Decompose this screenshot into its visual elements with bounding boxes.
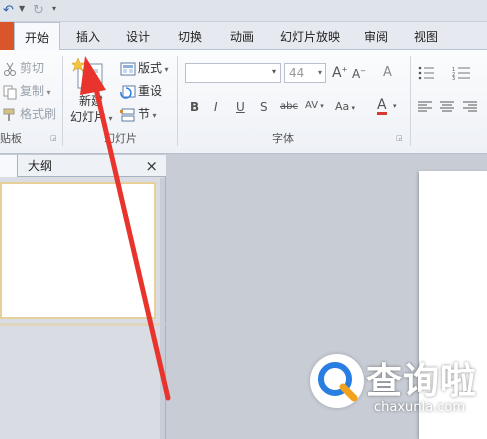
font-size-input[interactable]: 44 ▾	[284, 63, 326, 83]
align-center-icon[interactable]	[440, 101, 454, 116]
file-tab[interactable]	[0, 22, 14, 50]
group-separator	[410, 56, 411, 146]
tab-slideshow[interactable]: 幻灯片放映	[274, 22, 346, 50]
character-spacing-button[interactable]: AV ▾	[305, 100, 324, 111]
pane-scrollbar[interactable]	[160, 178, 165, 439]
watermark-url: chaxunla.com	[374, 400, 465, 415]
customize-toolbar-icon[interactable]: ▾	[52, 4, 56, 13]
copy-icon	[2, 84, 18, 100]
clipboard-group-label: 贴板	[0, 132, 22, 145]
tab-slides[interactable]	[0, 155, 18, 177]
font-color-button[interactable]: A	[377, 98, 387, 115]
format-painter-button[interactable]: 格式刷	[2, 106, 56, 123]
tab-animations[interactable]: 动画	[222, 22, 262, 50]
new-slide-icon[interactable]	[70, 56, 108, 92]
copy-label: 复制	[20, 84, 45, 98]
font-color-dropdown-icon[interactable]: ▾	[393, 102, 397, 110]
format-painter-label: 格式刷	[20, 107, 57, 121]
strikethrough-button[interactable]: abc	[280, 101, 298, 112]
slides-group-label: 幻灯片	[104, 132, 137, 145]
watermark-title: 查询啦	[366, 361, 478, 402]
watermark: 查询啦 chaxunla.com	[306, 348, 487, 439]
pane-divider	[0, 323, 166, 326]
cut-button[interactable]: 剪切	[2, 60, 44, 77]
undo-dropdown-icon[interactable]: ▼	[19, 4, 25, 13]
tab-outline[interactable]: 大纲	[28, 155, 52, 177]
bold-button[interactable]: B	[190, 100, 199, 114]
align-right-icon[interactable]	[463, 101, 477, 116]
layout-icon	[120, 61, 136, 77]
pane-tabs: 大纲 ×	[0, 155, 166, 177]
new-slide-label[interactable]: 新建	[79, 93, 103, 109]
font-size-dropdown-icon[interactable]: ▾	[318, 68, 322, 77]
section-button[interactable]: 节 ▾	[120, 106, 157, 124]
undo-icon[interactable]: ↶	[3, 3, 14, 19]
redo-icon[interactable]: ↻	[33, 3, 44, 19]
scissors-icon	[2, 61, 18, 77]
section-icon	[120, 107, 136, 123]
font-name-input[interactable]	[185, 63, 281, 83]
tab-review[interactable]: 审阅	[356, 22, 396, 50]
quick-access-toolbar: ↶ ▼ ↻ ▾	[0, 0, 487, 22]
change-case-button[interactable]: Aa ▾	[335, 100, 355, 113]
bullets-icon[interactable]	[418, 66, 438, 83]
close-icon[interactable]: ×	[145, 156, 158, 176]
group-separator	[177, 56, 178, 146]
tab-transitions[interactable]: 切换	[170, 22, 210, 50]
ribbon-home: 剪切 复制 ▾ 格式刷 贴板 ◲ 新建 幻灯片 ▾ 版式 ▾ 重设 节 ▾ 幻灯…	[0, 50, 487, 154]
new-slide-dropdown[interactable]: 幻灯片 ▾	[70, 109, 113, 127]
font-size-value: 44	[289, 66, 305, 80]
tab-home[interactable]: 开始	[14, 22, 60, 51]
slide-thumbnail[interactable]	[0, 182, 156, 319]
magnifier-logo-icon	[310, 354, 364, 408]
brush-icon	[2, 107, 18, 123]
font-name-dropdown-icon[interactable]: ▾	[272, 67, 276, 76]
shadow-button[interactable]: S	[260, 100, 268, 114]
tab-design[interactable]: 设计	[118, 22, 158, 50]
layout-button[interactable]: 版式 ▾	[120, 60, 169, 78]
ribbon-tab-bar: 开始 插入 设计 切换 动画 幻灯片放映 审阅 视图	[0, 22, 487, 51]
italic-button[interactable]: I	[214, 100, 218, 114]
copy-button[interactable]: 复制 ▾	[2, 83, 51, 101]
cut-label: 剪切	[20, 61, 45, 75]
tab-view[interactable]: 视图	[406, 22, 446, 50]
reset-icon	[120, 84, 136, 100]
numbering-icon[interactable]: 123	[452, 66, 474, 83]
underline-button[interactable]: U	[236, 100, 245, 114]
reset-button[interactable]: 重设	[120, 83, 162, 100]
align-left-icon[interactable]	[418, 101, 432, 116]
group-separator	[62, 56, 63, 146]
svg-text:3: 3	[452, 76, 455, 80]
font-launcher-icon[interactable]: ◲	[396, 134, 403, 142]
grow-font-button[interactable]: A+	[332, 65, 347, 81]
shrink-font-button[interactable]: A−	[352, 67, 366, 81]
font-group-label: 字体	[272, 132, 294, 145]
clear-formatting-button[interactable]: A	[383, 65, 392, 80]
tab-insert[interactable]: 插入	[68, 22, 108, 50]
clipboard-launcher-icon[interactable]: ◲	[50, 134, 57, 142]
slides-outline-pane: 大纲 ×	[0, 155, 166, 439]
